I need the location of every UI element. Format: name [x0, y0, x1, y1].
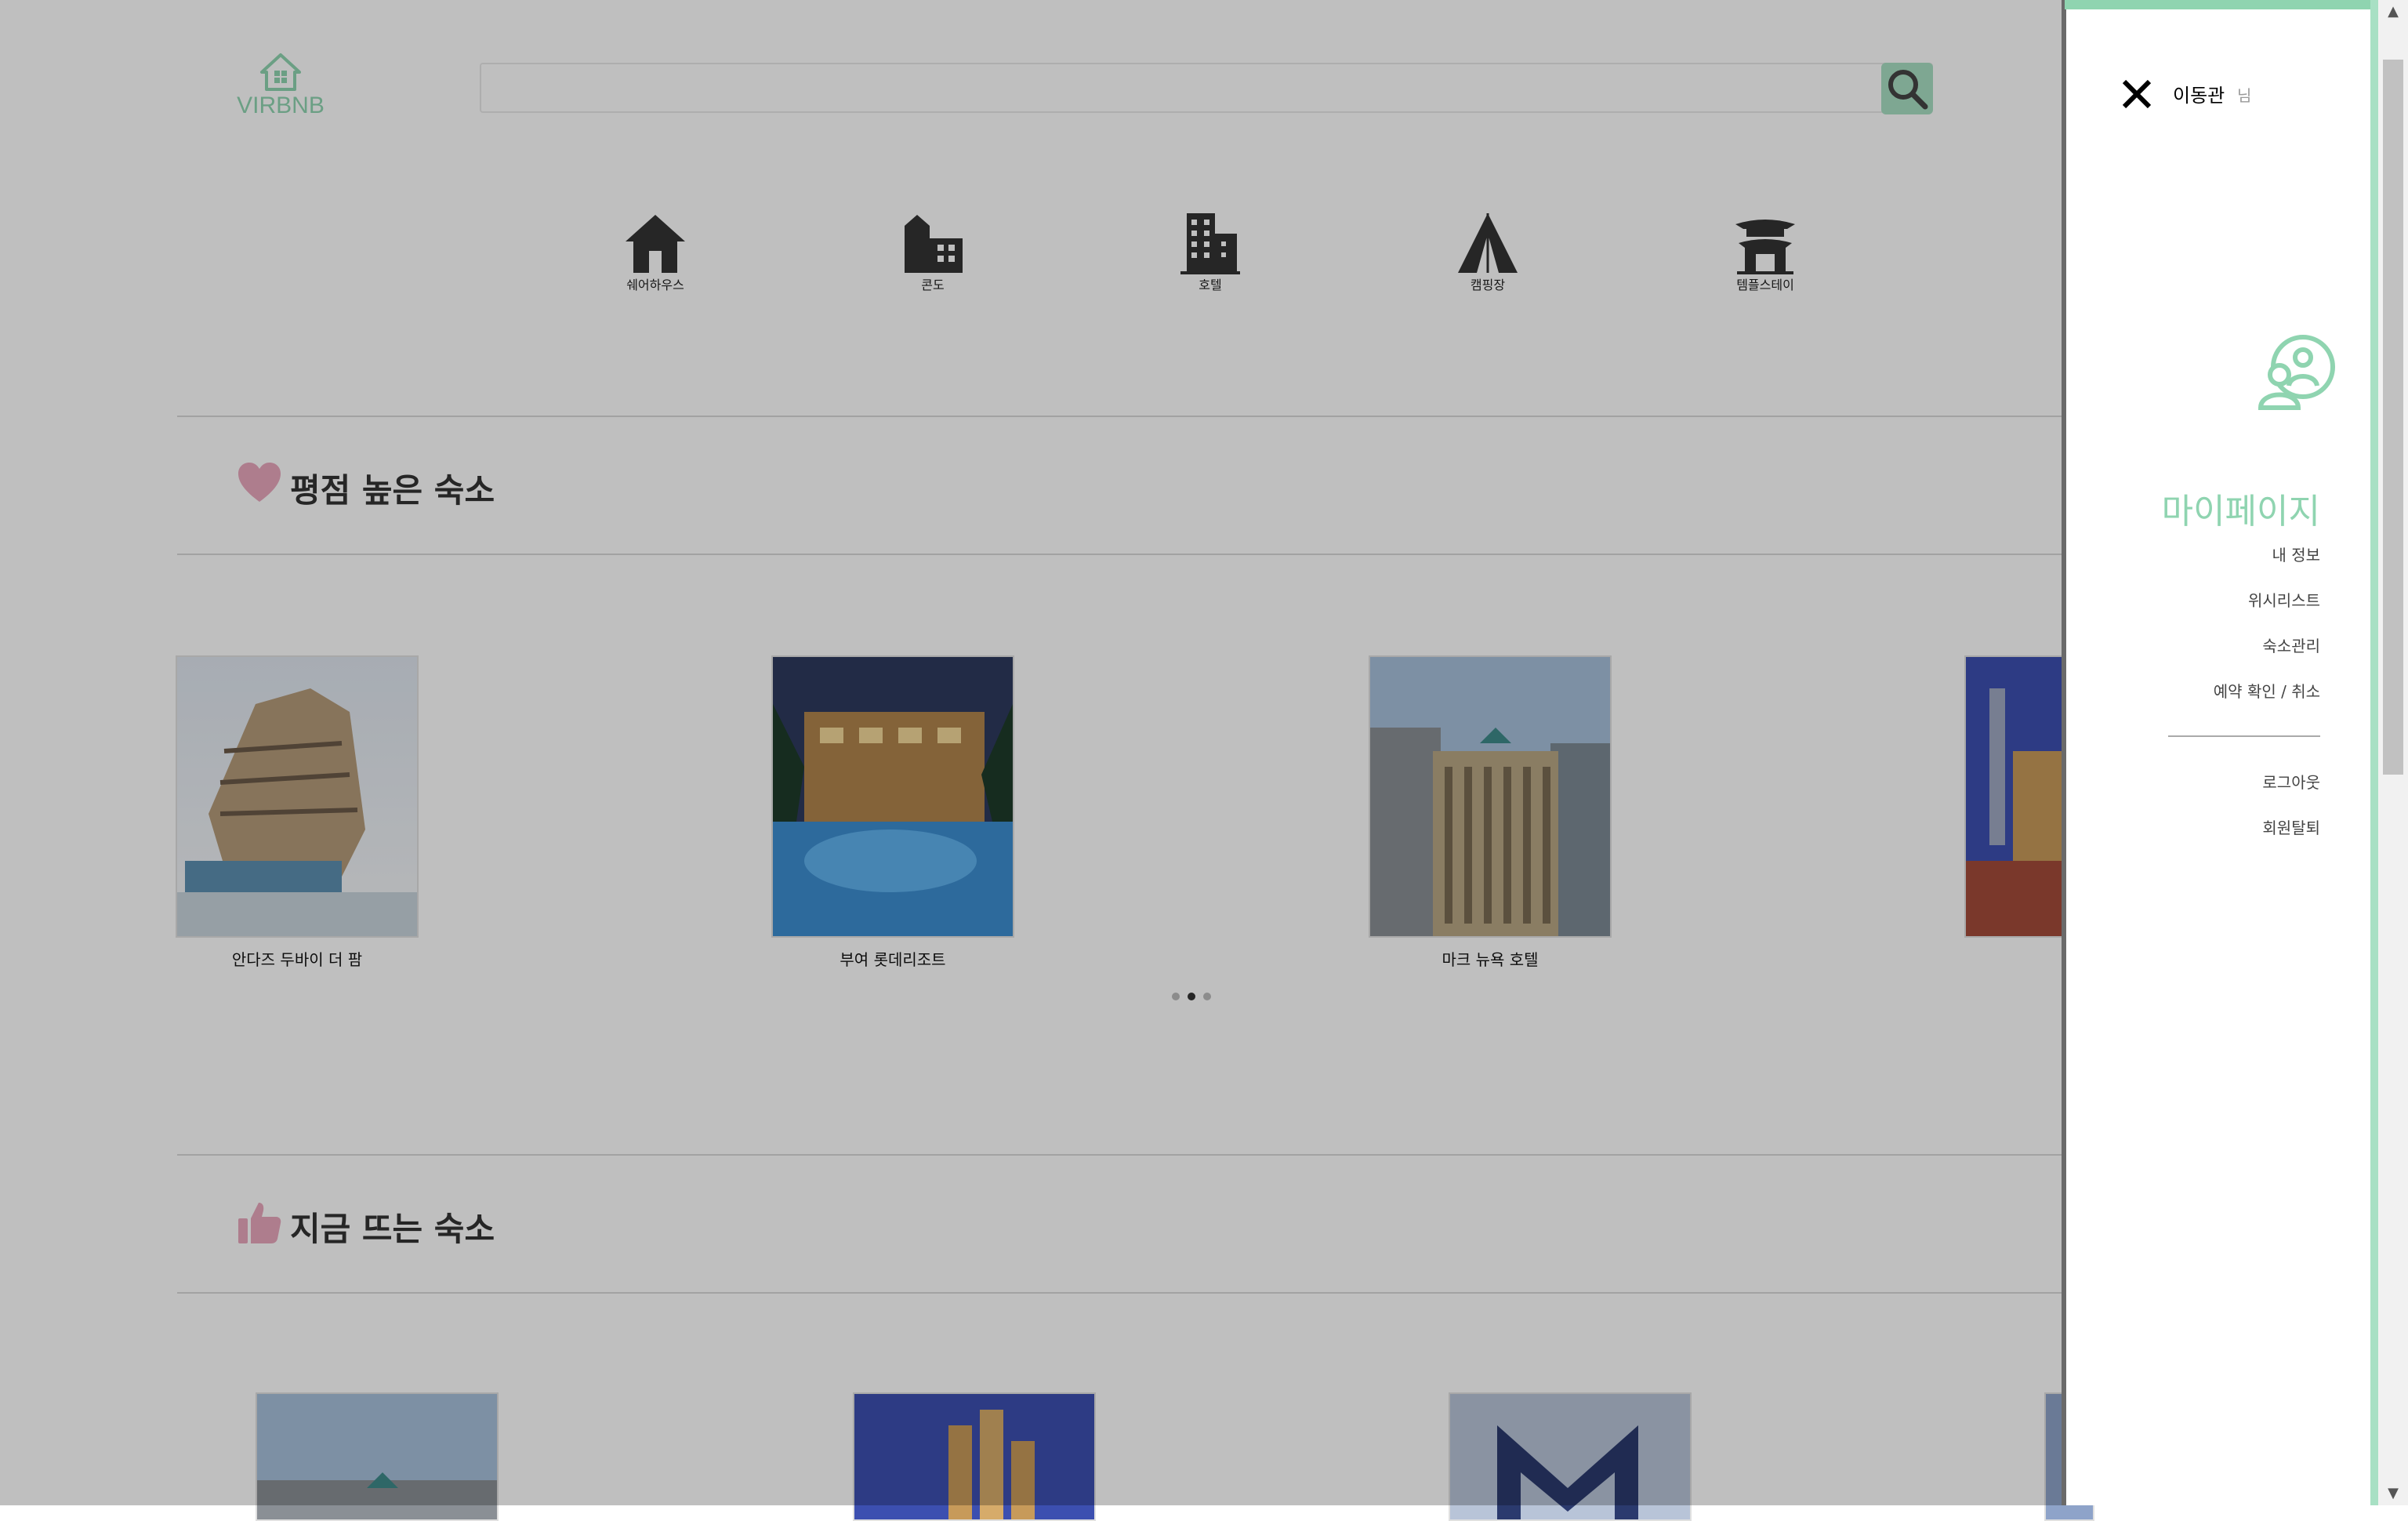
menu-manage-listings[interactable]: 숙소관리 [2262, 633, 2320, 656]
close-button[interactable] [2120, 77, 2154, 111]
menu-withdraw[interactable]: 회원탈퇴 [2262, 815, 2320, 838]
menu-reservations[interactable]: 예약 확인 / 취소 [2214, 679, 2320, 702]
panel-side-bar [2370, 0, 2378, 1505]
user-name: 이동관 [2173, 85, 2225, 107]
menu-my-info[interactable]: 내 정보 [2272, 543, 2320, 565]
avatar-icon [2258, 334, 2339, 414]
mypage-title: 마이페이지 [2161, 492, 2320, 532]
scroll-thumb[interactable] [2383, 60, 2403, 775]
menu-wishlist[interactable]: 위시리스트 [2248, 588, 2320, 611]
panel-top-bar [2065, 0, 2375, 9]
panel-border [2062, 0, 2066, 1505]
scroll-down-arrow-icon[interactable]: ▼ [2378, 1482, 2408, 1505]
user-suffix: 님 [2237, 86, 2252, 105]
modal-overlay[interactable] [0, 0, 2065, 1505]
menu-logout[interactable]: 로그아웃 [2262, 770, 2320, 793]
mypage-panel [2065, 0, 2375, 1505]
close-icon [2122, 79, 2152, 109]
menu-divider [2168, 735, 2320, 737]
main-page: VIRBNB 쉐어하우스 콘도 호텔 캠핑장 템플스테이 평점 높은 숙소 안다… [0, 0, 2207, 1521]
scroll-up-arrow-icon[interactable]: ▲ [2378, 0, 2408, 24]
